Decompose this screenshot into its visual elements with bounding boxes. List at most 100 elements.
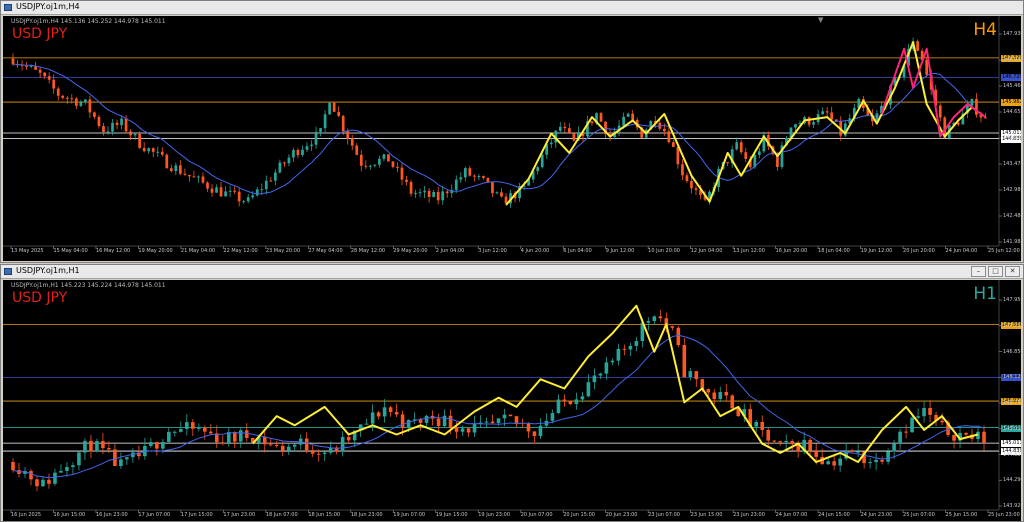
time-axis-label: 18 Jun 04:00 bbox=[818, 248, 850, 254]
candle-body bbox=[477, 176, 481, 178]
candle-body bbox=[161, 441, 165, 449]
candle-body bbox=[120, 118, 123, 126]
candle-body bbox=[491, 182, 494, 194]
candle-body bbox=[690, 180, 693, 189]
time-axis-label: 16 May 12:00 bbox=[95, 248, 131, 254]
time-axis-label: 25 Jun 07:00 bbox=[903, 512, 935, 518]
candle-body bbox=[179, 429, 183, 432]
price-axis-label: 145.750 bbox=[1003, 400, 1021, 406]
candle-body bbox=[310, 450, 315, 454]
candle-body bbox=[982, 431, 986, 443]
candle-body bbox=[260, 189, 264, 191]
candle-body bbox=[670, 326, 675, 328]
candle-body bbox=[454, 179, 458, 190]
candle-body bbox=[592, 375, 597, 383]
candle-body bbox=[79, 102, 83, 106]
candle-body bbox=[832, 461, 836, 466]
candle-body bbox=[341, 115, 345, 132]
candle-body bbox=[280, 445, 285, 451]
price-level-tag: 145.962 bbox=[1001, 99, 1021, 107]
candle-body bbox=[682, 345, 687, 378]
time-axis-label: 3 Jun 12:00 bbox=[478, 248, 507, 254]
time-axis-label: 25 Jun 15:00 bbox=[945, 512, 978, 518]
candle-body bbox=[441, 191, 445, 201]
candle-body bbox=[124, 118, 128, 132]
candle-body bbox=[167, 431, 171, 442]
candle-body bbox=[113, 449, 117, 466]
candle-body bbox=[473, 175, 476, 177]
time-axis-label: 18 Jun 15:00 bbox=[308, 512, 341, 518]
price-axis-label: 147.950 bbox=[1003, 297, 1021, 303]
candle-body bbox=[296, 149, 300, 156]
candle-body bbox=[125, 457, 129, 460]
candle-body bbox=[694, 188, 698, 190]
candle-body bbox=[244, 430, 249, 438]
candle-body bbox=[556, 399, 561, 414]
candle-body bbox=[730, 395, 735, 409]
candle-body bbox=[388, 407, 393, 412]
close-button[interactable]: ✕ bbox=[1005, 266, 1020, 277]
candle-body bbox=[119, 459, 123, 466]
candle-body bbox=[35, 479, 39, 487]
candle-body bbox=[568, 401, 573, 405]
candle-body bbox=[278, 162, 282, 173]
candle-body bbox=[210, 188, 214, 193]
time-axis-label: 20 Jun 20:00 bbox=[903, 248, 935, 254]
chart-window-h1[interactable]: USDJPY.oj1m,H1 – □ ✕ USDJPY.oj1m,H1 145.… bbox=[0, 264, 1024, 522]
maximize-button[interactable]: □ bbox=[988, 266, 1003, 277]
price-axis-label: 141.988 bbox=[1003, 239, 1021, 245]
minimize-button[interactable]: – bbox=[971, 266, 986, 277]
chart-window-icon bbox=[4, 4, 12, 11]
candle-body bbox=[273, 172, 277, 181]
price-axis-label: 143.920 bbox=[1003, 503, 1021, 509]
candle-body bbox=[856, 451, 860, 453]
window-title: USDJPY.oj1m,H4 bbox=[16, 2, 80, 11]
candle-body bbox=[220, 442, 225, 444]
time-axis-label: 16 Jun 20:00 bbox=[775, 248, 808, 254]
candle-body bbox=[672, 142, 675, 147]
price-axis-label: 144.655 bbox=[1003, 109, 1021, 115]
chart-canvas-h4[interactable] bbox=[3, 16, 1021, 261]
candle-body bbox=[382, 154, 386, 159]
window-titlebar[interactable]: USDJPY.oj1m,H1 – □ ✕ bbox=[1, 265, 1023, 279]
candle-body bbox=[191, 422, 195, 429]
candle-body bbox=[274, 444, 279, 446]
price-axis-label: 147.930 bbox=[1003, 31, 1021, 37]
candle-body bbox=[778, 441, 783, 443]
price-axis-label: 145.460 bbox=[1003, 83, 1021, 89]
candle-body bbox=[466, 428, 471, 433]
chart-canvas-h1[interactable] bbox=[3, 280, 1021, 521]
candle-body bbox=[197, 176, 200, 178]
candle-body bbox=[319, 128, 322, 132]
candle-body bbox=[156, 151, 160, 153]
price-axis-label: 147.210 bbox=[1003, 322, 1021, 329]
candle-body bbox=[133, 133, 137, 136]
candle-body bbox=[174, 165, 178, 172]
candle-body bbox=[382, 407, 387, 417]
time-axis-label: 17 Jun 07:00 bbox=[138, 512, 171, 518]
candle-body bbox=[574, 399, 579, 405]
candle-body bbox=[268, 444, 273, 446]
candle-body bbox=[610, 360, 615, 363]
price-chart-h4[interactable]: ▼ USDJPY.oj1m,H4 145.136 145.252 144.978… bbox=[3, 16, 1021, 261]
chart-window-h4[interactable]: USDJPY.oj1m,H4 ▼ USDJPY.oj1m,H4 145.136 … bbox=[0, 0, 1024, 263]
zigzag-line bbox=[252, 304, 979, 463]
candle-body bbox=[203, 427, 207, 432]
candle-body bbox=[886, 451, 890, 462]
candle-body bbox=[142, 147, 146, 152]
symbol-label: USD JPY bbox=[12, 290, 68, 306]
candle-body bbox=[292, 149, 295, 158]
candle-body bbox=[332, 102, 336, 112]
candle-body bbox=[830, 112, 834, 120]
candle-body bbox=[880, 459, 884, 462]
zigzag-line bbox=[880, 47, 987, 138]
time-axis-label: 10 Jun 20:00 bbox=[648, 248, 680, 254]
candle-body bbox=[83, 440, 87, 453]
time-axis-label: 20 Jun 23:00 bbox=[605, 512, 638, 518]
time-axis-label: 19 Jun 15:00 bbox=[435, 512, 468, 518]
candle-body bbox=[590, 121, 594, 124]
window-titlebar[interactable]: USDJPY.oj1m,H4 bbox=[1, 1, 1023, 15]
candle-body bbox=[808, 439, 812, 451]
candle-body bbox=[874, 459, 878, 463]
price-chart-h1[interactable]: USDJPY.oj1m,H1 145.223 145.224 144.978 1… bbox=[3, 280, 1021, 521]
